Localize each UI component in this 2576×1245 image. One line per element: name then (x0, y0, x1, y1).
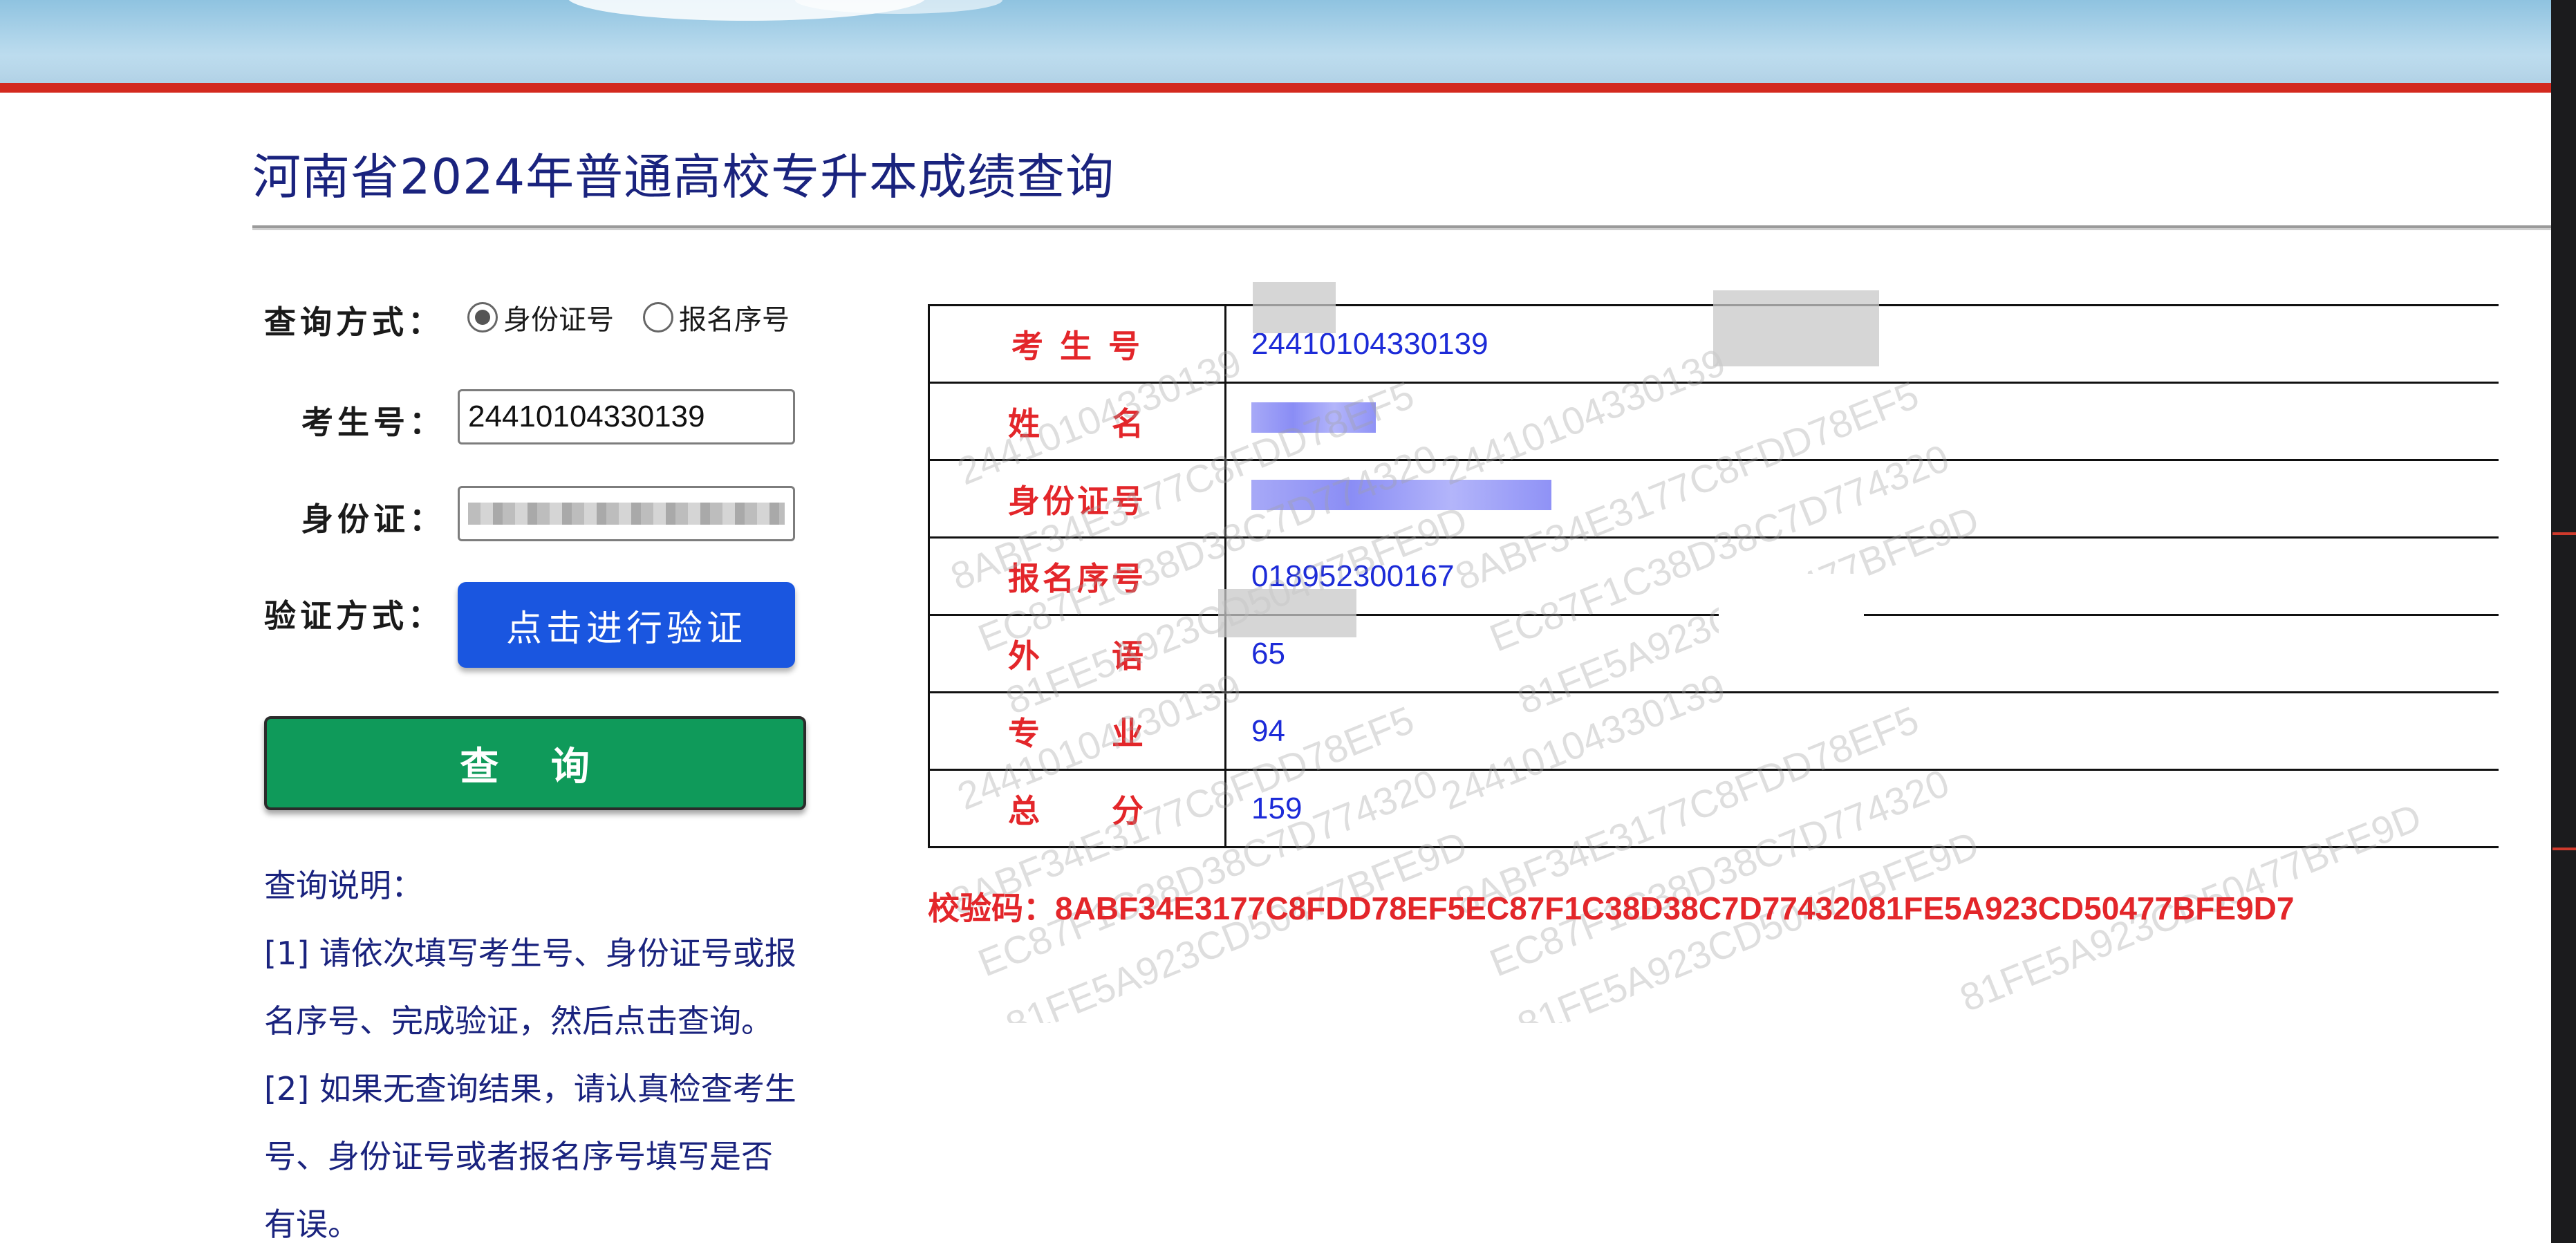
notes-line: 有误。 (264, 1206, 360, 1243)
edge-accent (2552, 848, 2576, 850)
row-key: 报名序号 (928, 536, 1226, 616)
page-title: 河南省2024年普通高校专升本成绩查询 (252, 149, 1115, 205)
verify-mode-label: 验证方式： (264, 597, 444, 635)
check-code: 校验码：8ABF34E3177C8FDD78EF5EC87F1C38D38C7D… (928, 883, 2294, 929)
table-row: 姓 名 (928, 382, 2499, 461)
banner-shade (0, 55, 2576, 83)
row-key: 姓 名 (928, 382, 1226, 461)
id-number-redacted (1251, 480, 1551, 510)
row-value-total: 159 (1225, 769, 2499, 848)
notes-line: [2] 如果无查询结果，请认真检查考生 (264, 1070, 796, 1107)
adjacent-window-edge (2551, 0, 2576, 1243)
table-row: 外 语 65 (928, 614, 2499, 693)
row-key: 专 业 (928, 691, 1226, 771)
privacy-mosaic (1253, 282, 1336, 333)
exam-no-label: 考生号： (301, 404, 445, 441)
row-key: 身份证号 (928, 459, 1226, 539)
row-value-major: 94 (1225, 691, 2499, 771)
result-table: 考 生 号 24410104330139 姓 名 身份证号 报名序号 01895… (928, 304, 2499, 848)
id-number-redacted (468, 503, 785, 525)
id-label: 身份证： (301, 500, 445, 538)
radio-checked-icon[interactable] (467, 302, 498, 333)
notes-line: 号、身份证号或者报名序号填写是否 (264, 1138, 773, 1175)
table-row: 身份证号 (928, 459, 2499, 539)
row-value-id-number (1225, 459, 2499, 539)
row-key: 总 分 (928, 769, 1226, 848)
header-banner (0, 0, 2576, 83)
table-row: 报名序号 018952300167 (928, 536, 2499, 616)
name-redacted (1251, 402, 1376, 433)
privacy-mosaic (1218, 589, 1356, 637)
edge-accent (2552, 532, 2576, 535)
radio-id-number[interactable]: 身份证号 (467, 297, 614, 337)
header-red-rule (0, 83, 2576, 93)
radio-id-number-label: 身份证号 (503, 304, 614, 336)
table-row: 专 业 94 (928, 691, 2499, 771)
row-value-name (1225, 382, 2499, 461)
radio-unchecked-icon[interactable] (643, 302, 673, 333)
check-code-value: 8ABF34E3177C8FDD78EF5EC87F1C38D38C7D7743… (1055, 890, 2295, 926)
id-number-input[interactable] (458, 486, 795, 541)
title-divider (252, 225, 2551, 230)
notes-heading: 查询说明： (264, 867, 423, 904)
check-code-label: 校验码： (928, 890, 1055, 926)
exam-no-input[interactable]: 24410104330139 (458, 389, 795, 444)
exam-no-input-value: 24410104330139 (468, 400, 705, 433)
row-key: 外 语 (928, 614, 1226, 693)
privacy-mosaic (1719, 574, 1864, 650)
query-button[interactable]: 查 询 (264, 716, 806, 810)
radio-registration-no-label: 报名序号 (679, 304, 790, 336)
verify-button[interactable]: 点击进行验证 (458, 582, 795, 668)
notes-line: 名序号、完成验证，然后点击查询。 (264, 1002, 773, 1040)
row-key: 考 生 号 (928, 304, 1226, 384)
radio-registration-no[interactable]: 报名序号 (643, 297, 790, 337)
notes-line: [1] 请依次填写考生号、身份证号或报 (264, 935, 796, 972)
privacy-mosaic (1713, 290, 1879, 366)
table-row: 总 分 159 (928, 769, 2499, 848)
query-mode-label: 查询方式： (264, 303, 444, 341)
